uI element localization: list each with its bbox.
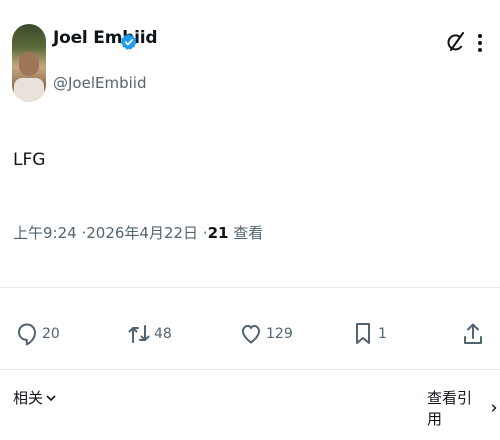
tweet-meta: 上午9:24 ·2026年4月22日 ·21 查看 [13, 222, 263, 243]
related-label: 相关 [13, 389, 44, 407]
share-icon [464, 323, 482, 344]
avatar[interactable] [12, 24, 46, 102]
view-quotes-link[interactable]: 查看引用 [427, 387, 500, 429]
share-button[interactable] [462, 316, 488, 352]
bookmark-count: 1 [378, 326, 387, 342]
retweet-button[interactable]: 48 [128, 316, 172, 352]
more-options-icon[interactable] [476, 32, 484, 54]
reply-count: 20 [42, 326, 60, 342]
divider-bottom [0, 369, 500, 370]
tweet-time[interactable]: 上午9:24 [13, 224, 77, 242]
verified-badge-icon [120, 34, 137, 50]
avatar-face [19, 52, 39, 76]
avatar-shirt [14, 78, 44, 102]
views-count: 21 [207, 224, 229, 242]
grok-icon[interactable] [444, 30, 466, 54]
like-button[interactable]: 129 [240, 316, 293, 352]
divider-top [0, 287, 500, 288]
chevron-down-icon [46, 394, 56, 401]
views-label: 查看 [233, 224, 264, 242]
retweet-count: 48 [154, 326, 172, 342]
chevron-right-icon [491, 404, 497, 412]
reply-button[interactable]: 20 [16, 316, 60, 352]
view-quotes-label: 查看引用 [427, 389, 473, 428]
like-count: 129 [266, 326, 293, 342]
retweet-icon [128, 325, 150, 343]
tweet-text: LFG [13, 150, 46, 170]
heart-icon [242, 325, 260, 344]
bookmark-icon [356, 323, 370, 344]
reply-icon [18, 323, 36, 346]
author-name[interactable]: Joel Embiid [53, 28, 158, 48]
bookmark-button[interactable]: 1 [352, 316, 387, 352]
tweet-date[interactable]: 2026年4月22日 [86, 224, 198, 242]
author-handle[interactable]: @JoelEmbiid [53, 74, 146, 92]
related-dropdown[interactable]: 相关 [13, 387, 57, 408]
